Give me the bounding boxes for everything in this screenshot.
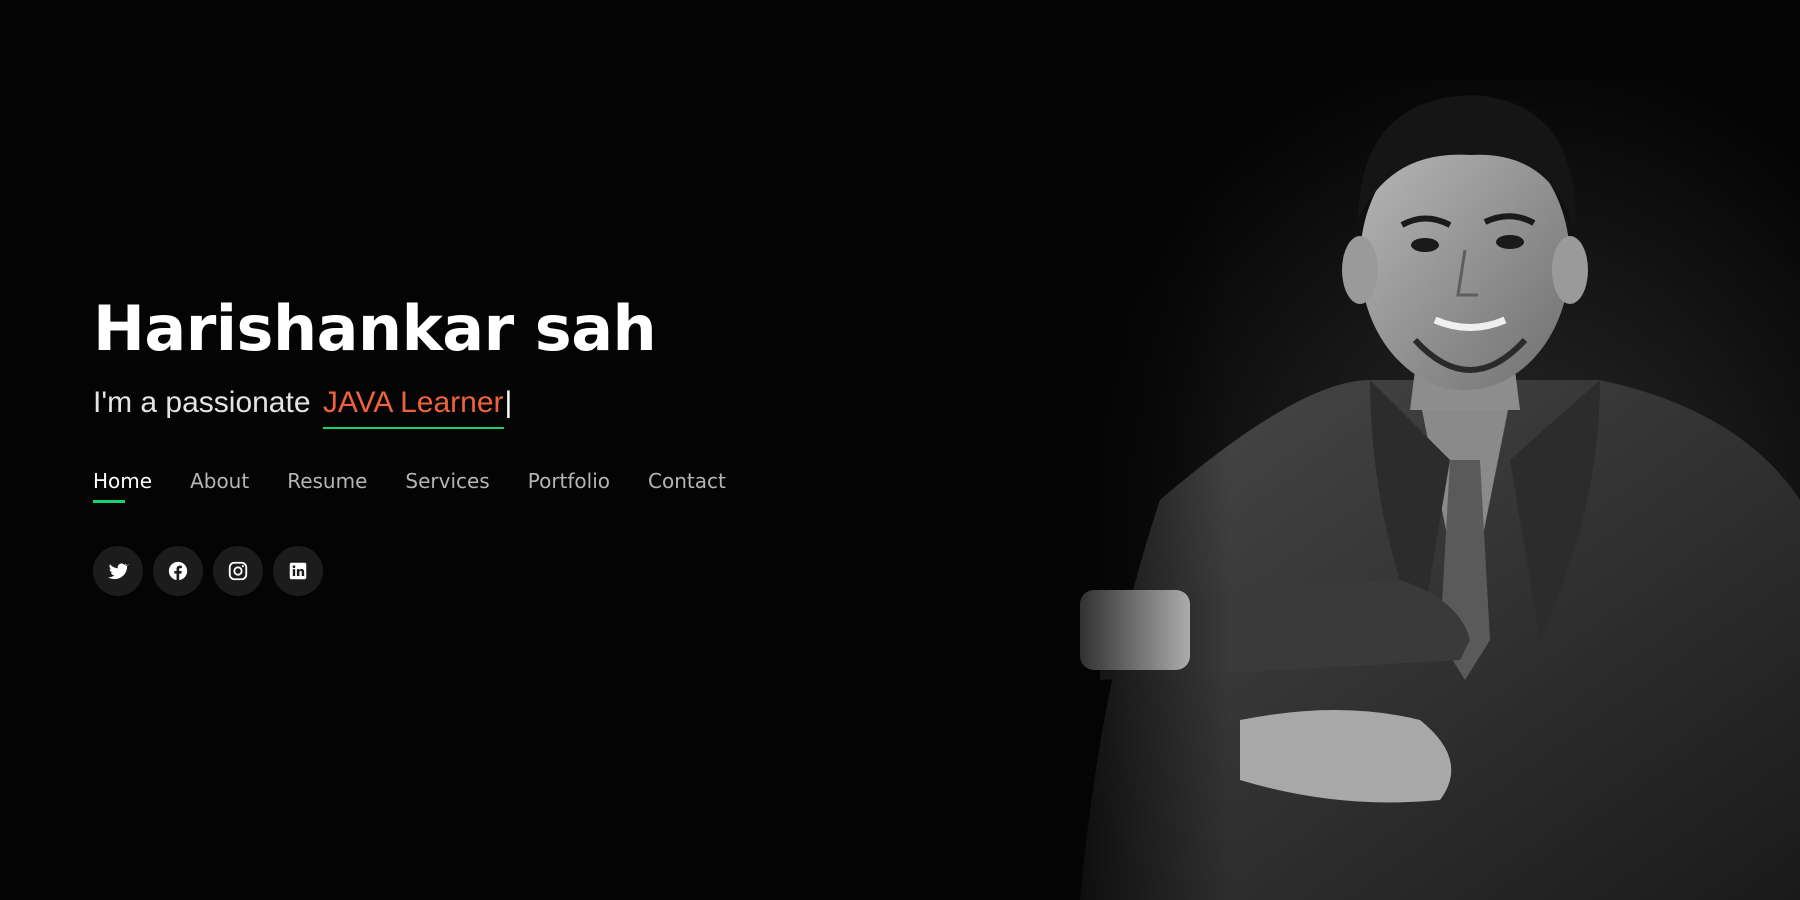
linkedin-link[interactable] — [273, 546, 323, 596]
hero-tagline: I'm a passionate JAVA Learner| — [93, 386, 513, 429]
nav-about[interactable]: About — [190, 469, 249, 503]
nav-resume[interactable]: Resume — [287, 469, 367, 503]
facebook-link[interactable] — [153, 546, 203, 596]
hero-name: Harishankar sah — [93, 292, 657, 365]
tagline-prefix: I'm a passionate — [93, 386, 311, 419]
social-links — [93, 546, 323, 596]
hero-content: Harishankar sah I'm a passionate JAVA Le… — [93, 0, 993, 900]
nav-home[interactable]: Home — [93, 469, 152, 503]
facebook-icon — [167, 560, 189, 582]
hero-page: Harishankar sah I'm a passionate JAVA Le… — [0, 0, 1800, 900]
nav-contact[interactable]: Contact — [648, 469, 726, 503]
instagram-link[interactable] — [213, 546, 263, 596]
instagram-icon — [227, 560, 249, 582]
nav-services[interactable]: Services — [405, 469, 489, 503]
twitter-icon — [107, 560, 129, 582]
nav-portfolio[interactable]: Portfolio — [528, 469, 610, 503]
linkedin-icon — [287, 560, 309, 582]
hero-portrait-image — [1040, 80, 1800, 900]
twitter-link[interactable] — [93, 546, 143, 596]
typing-caret: | — [504, 386, 513, 419]
typed-role-text: JAVA Learner — [322, 386, 504, 429]
main-nav: Home About Resume Services Portfolio Con… — [93, 469, 726, 503]
